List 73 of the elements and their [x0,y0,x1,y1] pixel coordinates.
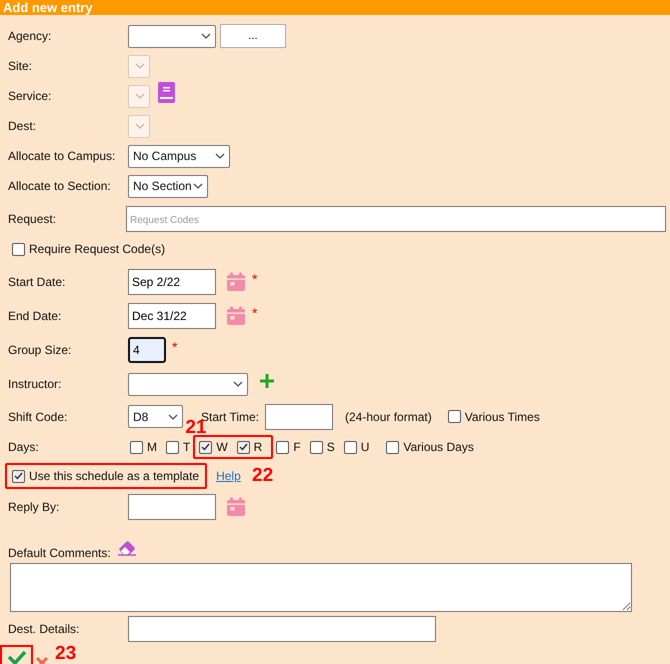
agency-select[interactable] [128,24,216,48]
eraser-icon[interactable] [116,540,137,556]
checkbox-label: Various Times [464,410,540,424]
checkbox-label: Require Request Code(s) [29,242,166,256]
field-label: Group Size: [8,343,72,357]
start-time-field[interactable] [265,404,334,430]
field-label: Allocate to Campus: [8,149,116,163]
day-label: W [216,440,228,454]
field-label: Start Date: [8,275,66,289]
date-field[interactable] [128,494,216,520]
plus-icon[interactable] [260,374,274,388]
field-label: Reply By: [8,500,60,514]
day-label: S [326,440,335,454]
request-codes-field[interactable]: Request Codes [126,206,666,232]
shift-code-select[interactable]: D8 [128,405,183,428]
field-label: Dest: [8,119,38,133]
callout-number: 22 [252,468,274,483]
day-label: R [254,440,262,454]
checkbox[interactable] [12,242,25,256]
browse-button[interactable]: ... [220,24,286,48]
required-marker: * [172,339,178,355]
checkbox[interactable] [236,440,250,454]
dest-details-field[interactable] [128,616,436,642]
confirm-button[interactable] [0,645,33,664]
dropdown-select[interactable]: No Section [128,174,208,198]
field-label: Shift Code: [8,410,68,424]
day-label: M [147,440,157,454]
checkbox[interactable] [166,440,179,454]
chevron-down-icon [233,381,243,387]
field-label: Request: [8,212,58,226]
chevron-down-icon [215,153,225,159]
field-label: Allocate to Section: [8,179,112,193]
help-link[interactable]: Help [216,469,241,483]
required-marker: * [252,305,258,321]
dropdown-select[interactable] [128,372,248,396]
checkbox[interactable] [199,440,212,454]
checkbox[interactable] [386,440,400,454]
checkbox[interactable] [12,470,25,482]
chevron-down-icon [168,414,178,420]
window-title: Add new entry [3,0,93,15]
chevron-down-icon [135,123,145,129]
callout-number: 23 [55,646,76,661]
day-label: T [183,440,190,454]
day-label: U [360,440,370,454]
field-label: Days: [8,440,40,454]
chevron-down-icon [135,63,145,69]
date-field[interactable]: Dec 31/22 [128,303,216,329]
dropdown-select[interactable]: No Campus [128,144,230,168]
field-label: Agency: [8,29,52,43]
format-note: (24-hour format) [345,410,432,424]
checkbox[interactable] [310,440,323,454]
checkbox[interactable] [344,440,357,454]
field-label: Service: [8,89,52,103]
checkbox[interactable] [448,410,461,423]
callout-number: 21 [185,420,206,435]
checkbox[interactable] [130,440,143,454]
chevron-down-icon [135,93,145,99]
group-size-field[interactable]: 4 [128,337,166,363]
field-label: Site: [8,59,34,73]
date-field[interactable]: Sep 2/22 [128,269,216,295]
field-label: Default Comments: [8,546,111,560]
day-label: F [293,440,301,454]
field-label: Instructor: [8,377,62,391]
book-icon[interactable] [158,82,175,102]
required-marker: * [252,271,258,287]
field-label: Dest. Details: [8,622,80,636]
comments-field[interactable] [10,562,632,612]
chevron-down-icon [193,183,203,189]
checkbox[interactable] [276,440,290,454]
chevron-down-icon [201,33,211,39]
checkbox-label: Various Days [403,440,474,454]
checkbox-label: Use this schedule as a template [29,469,200,483]
field-label: End Date: [8,309,62,323]
